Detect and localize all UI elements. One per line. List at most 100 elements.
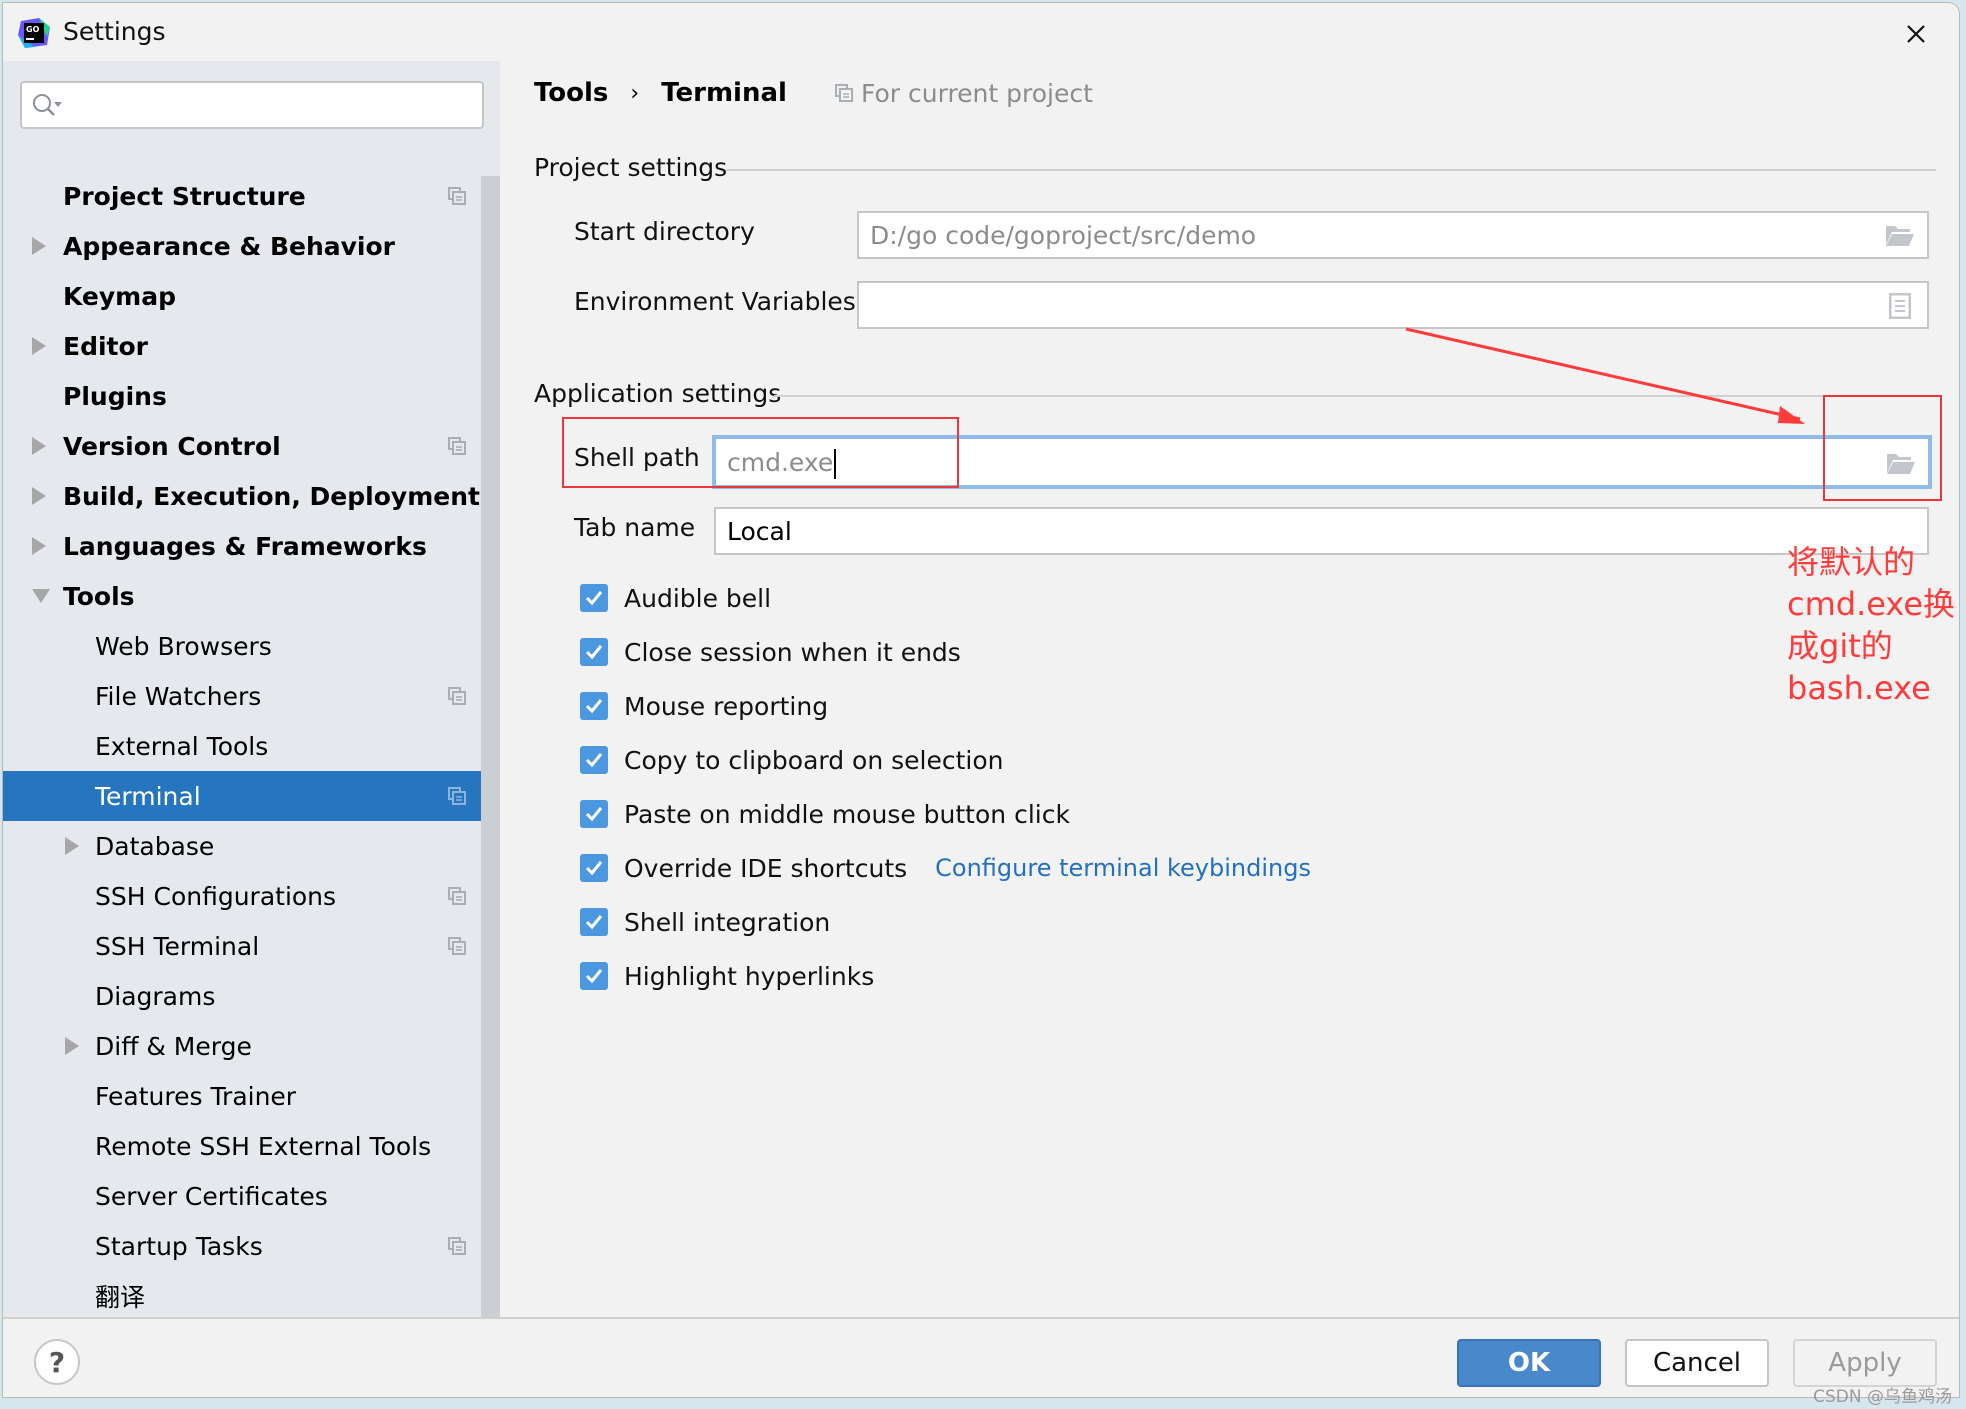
project-scope-icon [448, 687, 466, 709]
sidebar-item-file-watchers[interactable]: File Watchers [3, 671, 500, 721]
tab-name-label: Tab name [574, 513, 696, 542]
checkbox-row: Close session when it ends [580, 625, 1311, 679]
checkmark-icon [585, 645, 603, 660]
checkbox[interactable] [580, 962, 608, 990]
sidebar-item-label: Tools [63, 581, 135, 611]
search-input[interactable] [70, 89, 470, 121]
chevron-right-icon[interactable] [65, 1037, 79, 1055]
sidebar-item-server-certificates[interactable]: Server Certificates [3, 1171, 500, 1221]
checkmark-icon [585, 591, 603, 606]
sidebar-item-ssh-terminal[interactable]: SSH Terminal [3, 921, 500, 971]
sidebar-item-label: Plugins [63, 381, 167, 411]
sidebar-item-features-trainer[interactable]: Features Trainer [3, 1071, 500, 1121]
chevron-right-icon[interactable] [32, 437, 46, 455]
sidebar-item-project-structure[interactable]: Project Structure [3, 171, 500, 221]
sidebar-item-label: External Tools [95, 731, 269, 761]
sidebar-item-database[interactable]: Database [3, 821, 500, 871]
project-scope-icon [448, 437, 466, 459]
sidebar-item-terminal[interactable]: Terminal [3, 771, 500, 821]
sidebar-item-label: SSH Terminal [95, 931, 260, 961]
sidebar-item-label: Build, Execution, Deployment [63, 481, 480, 511]
checkbox-label[interactable]: Paste on middle mouse button click [624, 800, 1070, 829]
configure-keybindings-link[interactable]: Configure terminal keybindings [935, 854, 1311, 882]
checkbox-row: Shell integration [580, 895, 1311, 949]
checkbox[interactable] [580, 800, 608, 828]
chevron-down-icon[interactable] [32, 589, 50, 603]
checkbox-label[interactable]: Close session when it ends [624, 638, 961, 667]
checkbox[interactable] [580, 584, 608, 612]
goland-logo-icon: GO [18, 18, 50, 48]
checkbox-label[interactable]: Mouse reporting [624, 692, 828, 721]
help-button[interactable]: ? [34, 1339, 80, 1385]
sidebar-item-label: Terminal [95, 781, 201, 811]
terminal-options: Audible bell Close session when it ends Mo… [580, 571, 1311, 1003]
checkbox-label[interactable]: Copy to clipboard on selection [624, 746, 1004, 775]
sidebar-item-plugins[interactable]: Plugins [3, 371, 500, 421]
checkmark-icon [585, 915, 603, 930]
project-scope-icon [448, 187, 466, 209]
checkmark-icon [585, 753, 603, 768]
sidebar-item-label: Startup Tasks [95, 1231, 263, 1261]
checkbox[interactable] [580, 692, 608, 720]
sidebar-item-label: Diff & Merge [95, 1031, 252, 1061]
chevron-right-icon[interactable] [32, 237, 46, 255]
checkbox[interactable] [580, 746, 608, 774]
apply-button[interactable]: Apply [1793, 1339, 1937, 1387]
sidebar-item-editor[interactable]: Editor [3, 321, 500, 371]
watermark: CSDN @乌鱼鸡汤 [1813, 1387, 1952, 1407]
sidebar-item-startup-tasks[interactable]: Startup Tasks [3, 1221, 500, 1271]
sidebar-item-label: SSH Configurations [95, 881, 337, 911]
sidebar-item-build-execution-deployment[interactable]: Build, Execution, Deployment [3, 471, 500, 521]
sidebar-item-version-control[interactable]: Version Control [3, 421, 500, 471]
sidebar-item-label: Project Structure [63, 181, 306, 211]
search-icon[interactable] [32, 93, 66, 119]
sidebar-item-external-tools[interactable]: External Tools [3, 721, 500, 771]
sidebar-item-languages-frameworks[interactable]: Languages & Frameworks [3, 521, 500, 571]
dialog-footer: ? OK Cancel Apply [3, 1317, 1959, 1397]
sidebar-item-diagrams[interactable]: Diagrams [3, 971, 500, 1021]
sidebar-item-translate[interactable]: 翻译 [3, 1271, 500, 1321]
checkbox-label[interactable]: Shell integration [624, 908, 830, 937]
checkbox-label[interactable]: Highlight hyperlinks [624, 962, 874, 991]
terminal-settings-panel: Tools › Terminal For current project Pro… [500, 61, 1959, 1317]
chevron-right-icon[interactable] [32, 537, 46, 555]
checkmark-icon [585, 861, 603, 876]
tab-name-field[interactable]: Local [714, 507, 1929, 555]
chevron-right-icon[interactable] [32, 487, 46, 505]
sidebar-item-label: File Watchers [95, 681, 262, 711]
checkbox-row: Audible bell [580, 571, 1311, 625]
sidebar-scrollbar[interactable] [481, 176, 500, 1317]
checkbox-row: Paste on middle mouse button click [580, 787, 1311, 841]
sidebar-item-diff-merge[interactable]: Diff & Merge [3, 1021, 500, 1071]
checkbox-label[interactable]: Audible bell [624, 584, 771, 613]
cancel-button[interactable]: Cancel [1625, 1339, 1769, 1387]
sidebar-item-ssh-configurations[interactable]: SSH Configurations [3, 871, 500, 921]
ok-button[interactable]: OK [1457, 1339, 1601, 1387]
settings-sidebar: Project Structure Appearance & Behavior Ke… [3, 61, 500, 1317]
sidebar-item-appearance-behavior[interactable]: Appearance & Behavior [3, 221, 500, 271]
checkmark-icon [585, 969, 603, 984]
checkbox[interactable] [580, 638, 608, 666]
sidebar-item-web-browsers[interactable]: Web Browsers [3, 621, 500, 671]
project-scope-icon [448, 887, 466, 909]
sidebar-item-label: Editor [63, 331, 148, 361]
sidebar-item-label: 翻译 [95, 1283, 146, 1312]
sidebar-item-label: Web Browsers [95, 631, 272, 661]
chevron-right-icon[interactable] [32, 337, 46, 355]
checkbox[interactable] [580, 908, 608, 936]
checkbox-row: Override IDE shortcuts Configure terminal… [580, 841, 1311, 895]
checkbox-row: Mouse reporting [580, 679, 1311, 733]
checkbox-label[interactable]: Override IDE shortcuts [624, 854, 907, 883]
sidebar-item-label: Server Certificates [95, 1181, 328, 1211]
annotation-arrow [1405, 327, 1805, 424]
settings-tree: Project Structure Appearance & Behavior Ke… [3, 171, 500, 1321]
sidebar-item-keymap[interactable]: Keymap [3, 271, 500, 321]
sidebar-item-tools[interactable]: Tools [3, 571, 500, 621]
chevron-right-icon[interactable] [65, 837, 79, 855]
settings-search[interactable] [20, 81, 484, 129]
checkbox[interactable] [580, 854, 608, 882]
sidebar-item-label: Languages & Frameworks [63, 531, 427, 561]
close-icon[interactable] [1899, 17, 1933, 51]
sidebar-item-remote-ssh-external-tools[interactable]: Remote SSH External Tools [3, 1121, 500, 1171]
title-bar: GO Settings [3, 3, 1959, 61]
